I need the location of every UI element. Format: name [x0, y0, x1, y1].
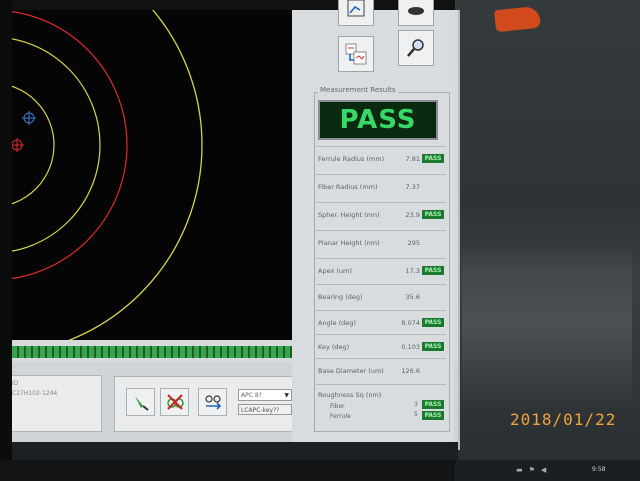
- monitor-bezel-bottom: [12, 442, 458, 460]
- result-label: Angle (deg): [318, 319, 356, 327]
- analysis-button[interactable]: [338, 36, 374, 72]
- connector-type-select[interactable]: APC 8? ▼: [238, 389, 292, 401]
- result-label: Planar Height (nm): [318, 239, 380, 247]
- camera-icon: [408, 7, 424, 15]
- info-value: C27H102-1244: [12, 390, 58, 397]
- result-value: 17.3: [405, 267, 420, 275]
- result-row-roughness: Roughness Sq (nm) Fiber 3 PASS Ferrule 5…: [316, 384, 446, 429]
- info-label: ID: [12, 380, 19, 387]
- result-value: 8.074: [401, 319, 420, 327]
- probe-tool-button[interactable]: [126, 388, 155, 416]
- result-label: Bearing (deg): [318, 293, 363, 301]
- disable-tool-button[interactable]: [160, 388, 189, 416]
- probe-icon: [134, 396, 149, 411]
- chevron-down-icon: ▼: [284, 392, 289, 399]
- result-label: Apex (um): [318, 267, 352, 275]
- roughness-fiber-label: Fiber: [330, 403, 345, 410]
- zoom-button[interactable]: [398, 30, 434, 66]
- measurement-results-label: Measurement Results: [318, 86, 398, 94]
- result-value: 0.103: [401, 343, 420, 351]
- tray-icons: ▬⚑◀: [516, 466, 552, 474]
- pass-badge: PASS: [422, 318, 444, 327]
- analysis-icon: [345, 43, 367, 65]
- result-label: Base Diameter (um): [318, 367, 384, 375]
- connector-type-value: APC 8?: [241, 392, 262, 399]
- result-row-ferrule-radius: Ferrule Radius (mm) 7.81 PASS: [316, 146, 446, 171]
- result-value: 35.6: [405, 293, 420, 301]
- orange-object: [493, 5, 542, 33]
- result-row-planar-height: Planar Height (nm) 295: [316, 230, 446, 255]
- pass-badge: PASS: [422, 266, 444, 275]
- tray-flag-icon[interactable]: ⚑: [529, 466, 541, 474]
- pass-badge: PASS: [422, 400, 444, 409]
- disable-icon: [166, 394, 184, 410]
- window-reflection: [462, 250, 632, 400]
- fringe-rings: [12, 10, 292, 340]
- camera-button[interactable]: [398, 0, 434, 26]
- result-row-key: Key (deg) 0.103 PASS: [316, 334, 446, 359]
- magnifier-icon: [407, 39, 424, 57]
- transfer-icon: [204, 395, 221, 410]
- overall-result-text: PASS: [339, 105, 417, 135]
- result-value: 7.81: [405, 155, 420, 163]
- fringe-pattern-svg: [12, 10, 292, 340]
- tray-network-icon[interactable]: ▬: [516, 466, 529, 474]
- result-label: Key (deg): [318, 343, 350, 351]
- roughness-ferrule-label: Ferrule: [330, 413, 351, 420]
- pass-badge: PASS: [422, 210, 444, 219]
- result-row-apex: Apex (um) 17.3 PASS: [316, 258, 446, 283]
- pass-badge: PASS: [422, 411, 444, 420]
- result-row-base-diameter: Base Diameter (um) 126.6: [316, 358, 446, 383]
- result-label: Spher. Height (nm): [318, 211, 380, 219]
- result-label: Ferrule Radius (mm): [318, 155, 385, 163]
- transfer-tool-button[interactable]: [198, 388, 227, 416]
- progress-fill: [12, 346, 292, 358]
- interferogram-view[interactable]: [12, 10, 294, 340]
- photo-date-stamp: 2018/01/22: [510, 410, 617, 429]
- pass-badge: PASS: [422, 154, 444, 163]
- result-label: Fiber Radius (mm): [318, 183, 378, 191]
- desk-edge: [0, 460, 455, 481]
- result-row-fiber-radius: Fiber Radius (mm) 7.37: [316, 174, 446, 199]
- roughness-ferrule-value: 5: [414, 411, 418, 418]
- info-box: [8, 375, 102, 432]
- roughness-label: Roughness Sq (nm): [318, 391, 382, 399]
- result-row-bearing: Bearing (deg) 35.6: [316, 284, 446, 309]
- roughness-fiber-value: 3: [414, 401, 418, 408]
- result-value: 7.37: [405, 183, 420, 191]
- overall-result-banner: PASS: [318, 100, 438, 140]
- result-value: 126.6: [401, 367, 420, 375]
- progress-bar: [12, 346, 292, 358]
- result-row-angle: Angle (deg) 8.074 PASS: [316, 310, 446, 335]
- taskbar-clock[interactable]: 9:58: [592, 466, 605, 473]
- result-value: 23.9: [405, 211, 420, 219]
- result-row-spher-height: Spher. Height (nm) 23.9 PASS: [316, 202, 446, 227]
- result-value: 295: [407, 239, 420, 247]
- pass-badge: PASS: [422, 342, 444, 351]
- plot-icon: [347, 0, 365, 17]
- plot-button[interactable]: [338, 0, 374, 26]
- tray-volume-icon[interactable]: ◀: [541, 466, 552, 474]
- monitor-bezel-left: [0, 0, 12, 481]
- lcapc-key-button[interactable]: LCAPC-key??: [238, 404, 292, 415]
